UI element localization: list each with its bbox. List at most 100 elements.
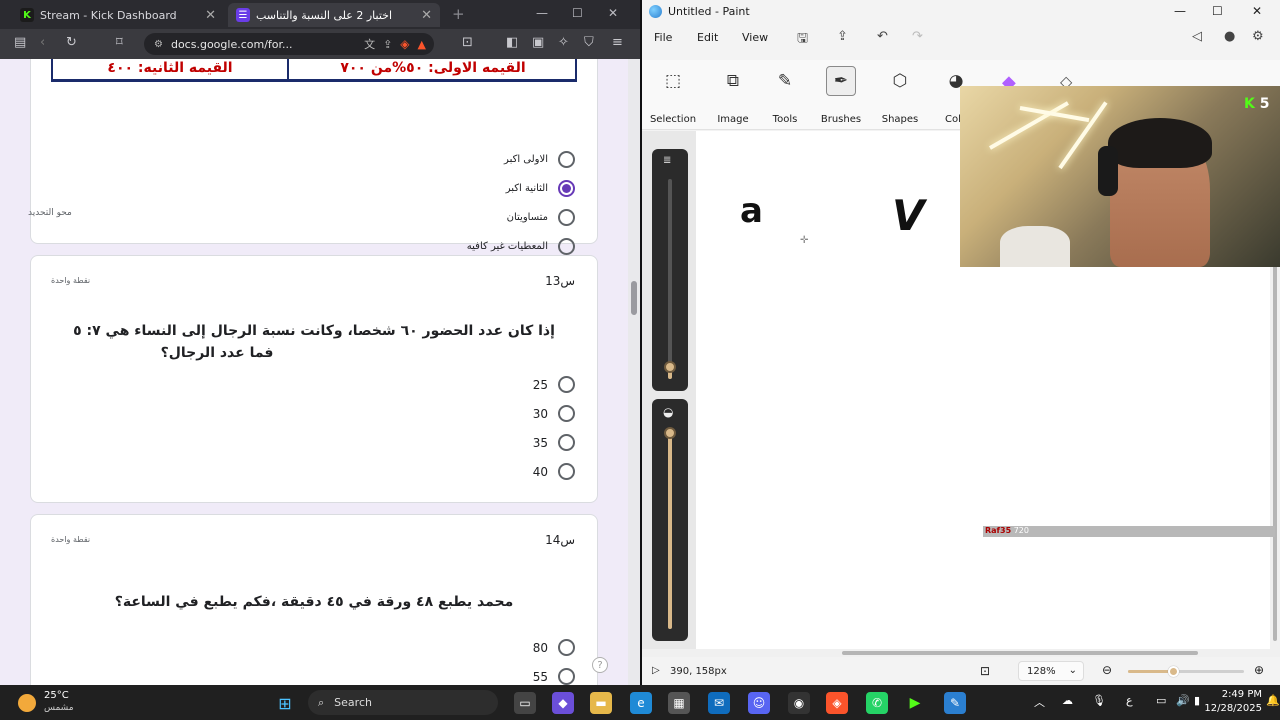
file-explorer-icon[interactable]: ▬ [590,692,612,714]
discord-icon[interactable]: ☺ [748,692,770,714]
close-icon[interactable]: ✕ [205,8,216,23]
settings-icon[interactable]: ⚙ [1252,29,1264,44]
minimize-button[interactable]: — [536,6,548,20]
option-row[interactable]: 55 [533,668,575,685]
radio-button[interactable] [558,238,575,255]
radio-button-selected[interactable] [558,180,575,197]
radio-button[interactable] [558,434,575,451]
radio-button[interactable] [558,463,575,480]
zoom-select[interactable]: 128% ⌄ [1018,661,1084,681]
share-icon[interactable]: ⇪ [383,38,392,51]
radio-button[interactable] [558,151,575,168]
volume-icon[interactable]: 🔊 [1176,694,1190,707]
maximize-button[interactable]: ☐ [1212,4,1223,18]
menu-icon[interactable]: ≡ [612,35,623,50]
minimize-button[interactable]: — [1174,4,1186,18]
start-icon[interactable]: ⊞ [274,692,296,714]
option-row[interactable]: 35 [533,434,575,451]
help-icon[interactable]: ? [592,657,608,673]
option-row[interactable]: متساويتان [507,209,575,226]
share-icon[interactable]: ⇪ [837,29,848,44]
redo-icon[interactable]: ↷ [912,29,923,44]
weather-temp[interactable]: 25°C [44,690,69,701]
screenshot-icon[interactable]: ⊡ [462,35,473,50]
maximize-button[interactable]: ☐ [572,6,583,20]
reload-icon[interactable]: ↻ [66,35,77,50]
microphone-icon[interactable]: 🎙 [1092,694,1106,707]
paint-app-icon[interactable]: ✎ [944,692,966,714]
wallet-icon[interactable]: ▣ [532,35,544,50]
slider-knob[interactable] [664,427,676,439]
menu-edit[interactable]: Edit [697,31,718,44]
store-icon[interactable]: ▦ [668,692,690,714]
option-row[interactable]: الثانية اكبر [506,180,575,197]
radio-button[interactable] [558,209,575,226]
ribbon-image[interactable]: ⧉ Image [707,66,759,125]
onedrive-icon[interactable]: ☁ [1062,694,1073,707]
close-window-button[interactable]: ✕ [1252,4,1262,18]
whatsapp-icon[interactable]: ✆ [866,692,888,714]
notification-bell-icon[interactable]: 🔔 [1266,694,1280,707]
task-view-icon[interactable]: ▭ [514,692,536,714]
bookmark-icon[interactable]: ⌑ [116,35,123,50]
option-row[interactable]: المعطيات غير كافيه [467,238,575,255]
address-bar[interactable]: ⚙ docs.google.com/for... 文 ⇪ ◈ ▲ [144,33,434,55]
radio-button[interactable] [558,668,575,685]
tray-overflow-icon[interactable]: ︿ [1034,694,1045,710]
option-row[interactable]: 25 [533,376,575,393]
sidebar-icon[interactable]: ◧ [506,35,518,50]
back-icon[interactable]: ‹ [40,35,45,50]
vpn-icon[interactable]: ⛉ [584,35,594,50]
scrollbar-thumb[interactable] [842,651,1198,655]
outlook-icon[interactable]: ✉ [708,692,730,714]
brave-rewards-icon[interactable]: ▲ [418,38,434,51]
network-icon[interactable]: ▭ [1156,694,1166,707]
clock-time[interactable]: 2:49 PM [1218,689,1262,700]
account-icon[interactable]: ● [1224,29,1235,44]
close-icon[interactable]: ✕ [421,8,432,23]
translate-icon[interactable]: 文 [364,36,375,52]
canvas-horizontal-scrollbar[interactable] [642,649,1280,657]
undo-icon[interactable]: ↶ [877,29,888,44]
option-row[interactable]: الاولى اكبر [504,151,575,168]
scrollbar-thumb[interactable] [631,281,637,315]
slider-knob[interactable] [664,361,676,373]
menu-file[interactable]: File [654,31,672,44]
leo-ai-icon[interactable]: ✧ [558,35,569,50]
sidebar-toggle-icon[interactable]: ▤ [14,35,26,50]
option-row[interactable]: 30 [533,405,575,422]
obs-icon[interactable]: ◉ [788,692,810,714]
option-row[interactable]: 40 [533,463,575,480]
new-tab-button[interactable]: + [452,5,465,23]
save-icon[interactable]: 🖫 [797,29,808,51]
copilot-icon[interactable]: ◆ [552,692,574,714]
clear-selection-link[interactable]: محو التحديد [28,208,72,218]
tab-kick-dashboard[interactable]: K Stream - Kick Dashboard ✕ [12,3,224,27]
brave-shields-icon[interactable]: ◈ [400,37,409,51]
site-info-icon[interactable]: ⚙ [154,39,163,50]
page-scrollbar[interactable] [628,59,640,685]
input-language[interactable]: ع [1126,694,1133,707]
menu-view[interactable]: View [742,31,768,44]
zoom-slider-knob[interactable] [1168,666,1180,677]
radio-button[interactable] [558,405,575,422]
feedback-icon[interactable]: ◁ [1192,29,1202,44]
ribbon-shapes[interactable]: ⬡ Shapes [874,66,926,125]
option-row[interactable]: 80 [533,639,575,656]
weather-sun-icon[interactable] [18,694,36,712]
opacity-slider[interactable]: ◒ [652,399,688,641]
close-window-button[interactable]: ✕ [608,6,618,20]
tab-google-form[interactable]: ☰ اختبار 2 على النسبة والتناسب ✕ [228,3,440,27]
fit-to-window-icon[interactable]: ⊡ [980,664,990,678]
ribbon-selection[interactable]: ⬚ Selection [647,66,699,125]
zoom-out-icon[interactable]: ⊖ [1102,663,1112,677]
ribbon-brushes[interactable]: ✒ Brushes [815,66,867,125]
kick-app-icon[interactable]: ▶ [904,692,926,714]
taskbar-search[interactable]: ⌕ Search [308,690,498,715]
radio-button[interactable] [558,639,575,656]
brush-size-slider[interactable]: ≣ [652,149,688,391]
radio-button[interactable] [558,376,575,393]
clock-date[interactable]: 12/28/2025 [1204,703,1262,714]
zoom-in-icon[interactable]: ⊕ [1254,663,1264,677]
edge-icon[interactable]: e [630,692,652,714]
